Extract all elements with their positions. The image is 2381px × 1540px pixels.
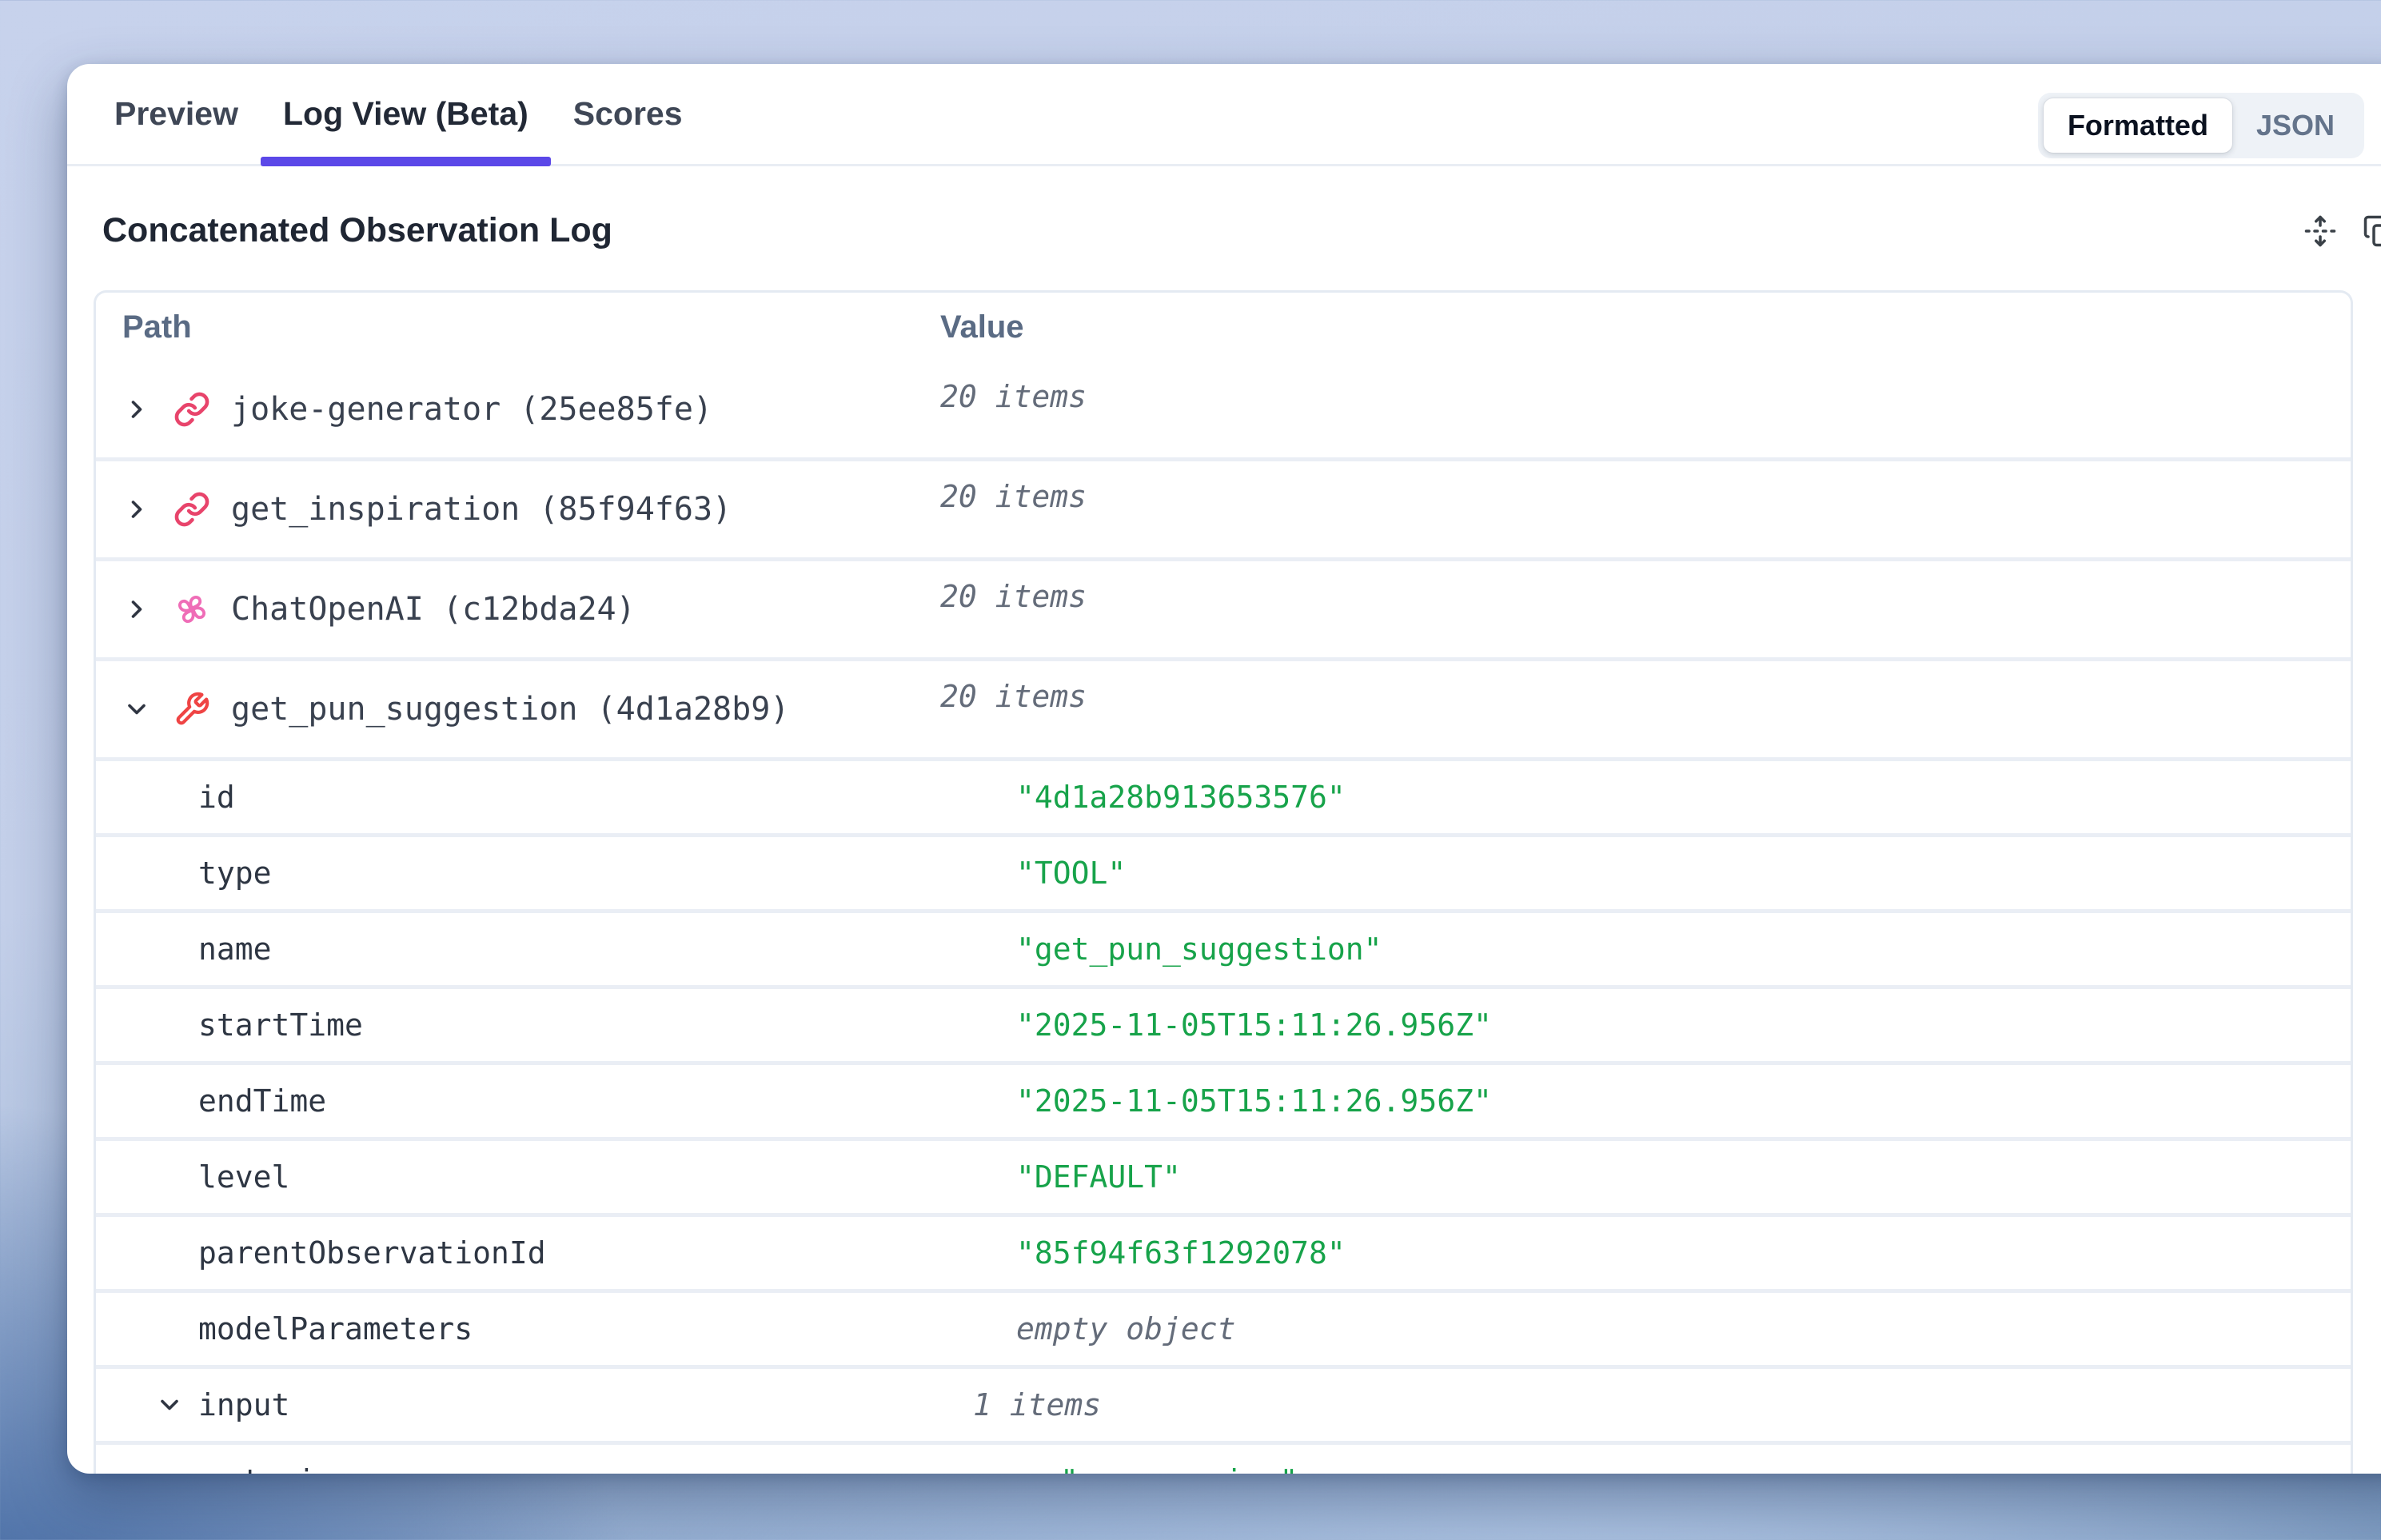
log-row[interactable]: modelParameters empty object bbox=[96, 1289, 2351, 1365]
log-row[interactable]: startTime "2025-11-05T15:11:26.956Z" bbox=[96, 985, 2351, 1061]
value-summary: empty object bbox=[1016, 1311, 1236, 1347]
value-cell: "get_pun_suggestion" bbox=[1016, 913, 2351, 985]
field-value: "DEFAULT" bbox=[1016, 1159, 1181, 1195]
field-key: parentObservationId bbox=[198, 1235, 546, 1271]
chevron-right-icon[interactable] bbox=[122, 595, 151, 624]
value-summary: 1 items bbox=[973, 1387, 1101, 1422]
value-cell: empty object bbox=[1016, 1293, 2351, 1365]
link-icon bbox=[173, 491, 210, 528]
field-key: endTime bbox=[198, 1083, 326, 1119]
value-cell: 20 items bbox=[940, 461, 2351, 557]
format-toggle: Formatted JSON bbox=[2038, 93, 2364, 158]
path-cell: ChatOpenAI (c12bda24) bbox=[96, 561, 940, 657]
chevron-right-icon[interactable] bbox=[122, 395, 151, 424]
path-cell: topic bbox=[96, 1445, 1060, 1474]
unfold-vertical-icon[interactable] bbox=[2303, 214, 2337, 248]
path-cell: startTime bbox=[96, 989, 1016, 1061]
field-key: name bbox=[198, 932, 272, 967]
path-cell: get_inspiration (85f94f63) bbox=[96, 461, 940, 557]
log-row[interactable]: parentObservationId "85f94f63f1292078" bbox=[96, 1213, 2351, 1289]
wrench-icon bbox=[173, 691, 210, 728]
section-title: Concatenated Observation Log bbox=[102, 211, 612, 250]
toggle-option-json[interactable]: JSON bbox=[2232, 98, 2359, 153]
field-value: "programming" bbox=[1060, 1463, 1298, 1474]
value-summary: 20 items bbox=[940, 379, 1087, 414]
value-cell: "4d1a28b913653576" bbox=[1016, 761, 2351, 833]
trace-detail-card: Preview Log View (Beta) Scores Formatted… bbox=[67, 64, 2381, 1474]
path-cell: type bbox=[96, 837, 1016, 909]
observation-label: ChatOpenAI (c12bda24) bbox=[231, 591, 636, 628]
path-cell: modelParameters bbox=[96, 1293, 1016, 1365]
path-cell: get_pun_suggestion (4d1a28b9) bbox=[96, 661, 940, 757]
log-row[interactable]: topic "programming" bbox=[96, 1441, 2351, 1474]
log-section-header: Concatenated Observation Log bbox=[102, 211, 2381, 250]
observation-label: get_pun_suggestion (4d1a28b9) bbox=[231, 691, 789, 728]
field-key: level bbox=[198, 1159, 289, 1195]
log-row[interactable]: get_pun_suggestion (4d1a28b9) 20 items bbox=[96, 657, 2351, 757]
tab-scores[interactable]: Scores bbox=[551, 64, 705, 164]
field-key: topic bbox=[242, 1463, 333, 1474]
tab-bar: Preview Log View (Beta) Scores Formatted… bbox=[67, 64, 2381, 166]
observation-log-table: Path Value joke-generator (25ee85fe) 20 i… bbox=[94, 290, 2353, 1474]
chevron-down-icon[interactable] bbox=[122, 695, 151, 724]
value-cell: "TOOL" bbox=[1016, 837, 2351, 909]
log-row[interactable]: input 1 items bbox=[96, 1365, 2351, 1441]
field-key: input bbox=[198, 1387, 289, 1422]
path-cell: joke-generator (25ee85fe) bbox=[96, 361, 940, 457]
chevron-right-icon[interactable] bbox=[122, 495, 151, 524]
section-toolbar bbox=[2303, 214, 2381, 248]
path-cell: id bbox=[96, 761, 1016, 833]
value-cell: "2025-11-05T15:11:26.956Z" bbox=[1016, 989, 2351, 1061]
field-value: "85f94f63f1292078" bbox=[1016, 1235, 1346, 1271]
log-row[interactable]: level "DEFAULT" bbox=[96, 1137, 2351, 1213]
field-key: type bbox=[198, 856, 272, 891]
field-value: "4d1a28b913653576" bbox=[1016, 780, 1346, 815]
value-cell: 1 items bbox=[973, 1369, 2351, 1441]
toggle-option-formatted[interactable]: Formatted bbox=[2044, 98, 2232, 153]
tab-preview[interactable]: Preview bbox=[92, 64, 261, 164]
field-value: "2025-11-05T15:11:26.956Z" bbox=[1016, 1083, 1492, 1119]
value-summary: 20 items bbox=[940, 679, 1087, 714]
value-cell: "85f94f63f1292078" bbox=[1016, 1217, 2351, 1289]
value-cell: 20 items bbox=[940, 661, 2351, 757]
table-header-row: Path Value bbox=[96, 293, 2351, 361]
field-key: startTime bbox=[198, 1007, 363, 1043]
value-summary: 20 items bbox=[940, 479, 1087, 514]
value-cell: "2025-11-05T15:11:26.956Z" bbox=[1016, 1065, 2351, 1137]
path-cell: endTime bbox=[96, 1065, 1016, 1137]
log-row[interactable]: ChatOpenAI (c12bda24) 20 items bbox=[96, 557, 2351, 657]
log-row[interactable]: type "TOOL" bbox=[96, 833, 2351, 909]
observation-label: get_inspiration (85f94f63) bbox=[231, 491, 732, 528]
log-row[interactable]: get_inspiration (85f94f63) 20 items bbox=[96, 457, 2351, 557]
path-cell: input bbox=[96, 1369, 973, 1441]
value-cell: 20 items bbox=[940, 561, 2351, 657]
log-row[interactable]: id "4d1a28b913653576" bbox=[96, 757, 2351, 833]
field-key: modelParameters bbox=[198, 1311, 473, 1347]
chevron-down-icon[interactable] bbox=[155, 1390, 184, 1419]
pinwheel-icon bbox=[173, 591, 210, 628]
field-value: "TOOL" bbox=[1016, 856, 1126, 891]
value-cell: "DEFAULT" bbox=[1016, 1141, 2351, 1213]
link-icon bbox=[173, 391, 210, 428]
path-cell: name bbox=[96, 913, 1016, 985]
value-cell: "programming" bbox=[1060, 1445, 2351, 1474]
log-row[interactable]: name "get_pun_suggestion" bbox=[96, 909, 2351, 985]
value-summary: 20 items bbox=[940, 579, 1087, 614]
observation-label: joke-generator (25ee85fe) bbox=[231, 391, 712, 428]
path-cell: parentObservationId bbox=[96, 1217, 1016, 1289]
tab-log-view[interactable]: Log View (Beta) bbox=[261, 64, 551, 164]
field-value: "2025-11-05T15:11:26.956Z" bbox=[1016, 1007, 1492, 1043]
log-row[interactable]: endTime "2025-11-05T15:11:26.956Z" bbox=[96, 1061, 2351, 1137]
value-cell: 20 items bbox=[940, 361, 2351, 457]
column-header-value: Value bbox=[940, 293, 2351, 361]
log-row[interactable]: joke-generator (25ee85fe) 20 items bbox=[96, 361, 2351, 457]
path-cell: level bbox=[96, 1141, 1016, 1213]
column-header-path: Path bbox=[96, 293, 940, 361]
field-value: "get_pun_suggestion" bbox=[1016, 932, 1382, 967]
field-key: id bbox=[198, 780, 235, 815]
copy-icon[interactable] bbox=[2363, 214, 2381, 248]
